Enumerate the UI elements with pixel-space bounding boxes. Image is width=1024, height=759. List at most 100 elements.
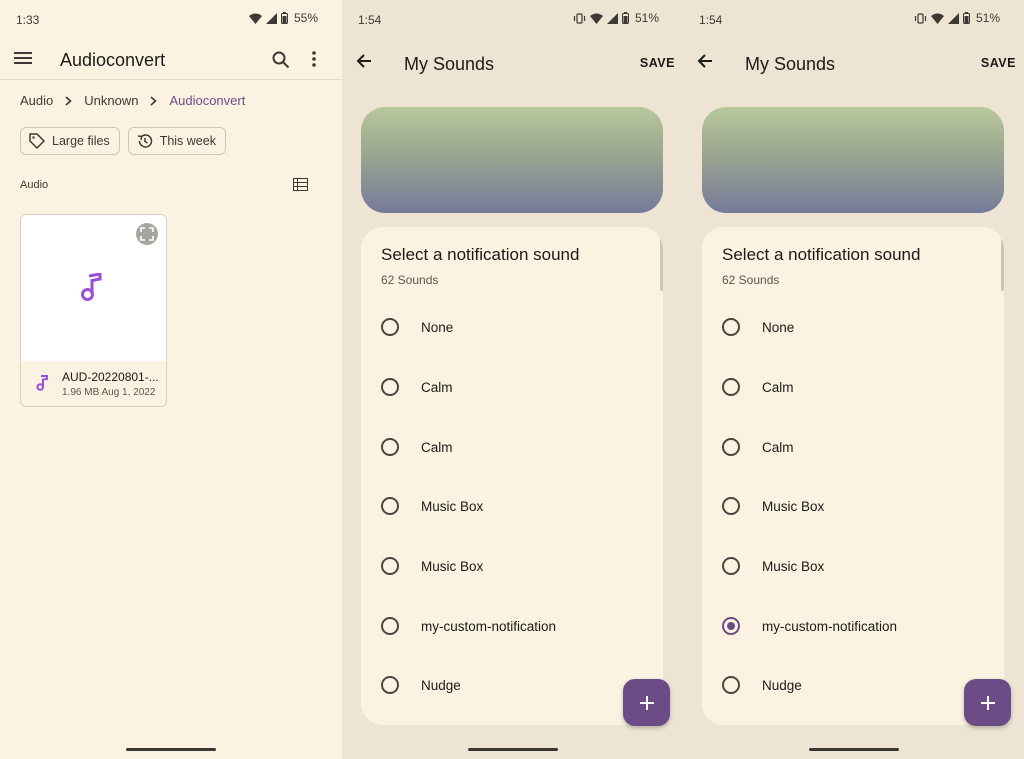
file-card[interactable]: AUD-20220801-... 1.96 MB Aug 1, 2022	[20, 214, 167, 407]
history-icon	[137, 134, 152, 148]
radio-button[interactable]	[722, 497, 740, 515]
sound-label: Nudge	[421, 677, 461, 693]
sound-label: Calm	[762, 439, 794, 455]
sound-count: 62 Sounds	[381, 273, 439, 287]
filter-chips: Large files This week	[20, 127, 226, 155]
radio-button-checked[interactable]	[722, 617, 740, 635]
sound-option[interactable]: Calm	[381, 432, 641, 462]
sound-label: None	[762, 319, 795, 335]
sheet-title: Select a notification sound	[381, 245, 580, 264]
search-icon[interactable]	[272, 51, 290, 69]
chevron-right-icon	[150, 95, 158, 106]
top-app-bar: My Sounds SAVE	[342, 40, 683, 86]
status-time: 1:54	[358, 13, 382, 27]
radio-button[interactable]	[722, 438, 740, 456]
sound-label: Calm	[762, 379, 794, 395]
signal-icon	[947, 12, 959, 24]
header-banner	[361, 107, 663, 213]
sound-option[interactable]: Calm	[722, 372, 982, 402]
sound-option[interactable]: my-custom-notification	[381, 611, 641, 641]
sound-label: Nudge	[762, 677, 802, 693]
more-options-icon[interactable]	[312, 51, 316, 67]
chip-this-week[interactable]: This week	[127, 127, 226, 155]
battery-level: 55%	[293, 11, 318, 25]
radio-button[interactable]	[381, 438, 399, 456]
app-title: Audioconvert	[60, 50, 166, 70]
plus-icon	[980, 695, 995, 710]
top-app-bar: My Sounds SAVE	[683, 40, 1024, 86]
radio-button[interactable]	[381, 557, 399, 575]
scrollbar[interactable]	[660, 239, 663, 291]
sound-option-selected[interactable]: my-custom-notification	[722, 611, 982, 641]
status-bar: 1:54 51%	[342, 0, 683, 40]
radio-button[interactable]	[381, 676, 399, 694]
expand-icon[interactable]	[136, 223, 158, 245]
gesture-nav-handle[interactable]	[126, 748, 216, 751]
screen-title: My Sounds	[745, 54, 836, 74]
radio-button[interactable]	[381, 318, 399, 336]
gesture-nav-handle[interactable]	[467, 748, 558, 751]
radio-button[interactable]	[722, 318, 740, 336]
sound-picker-screen-selected: 1:54 51% My Sounds SAVE Select a notific…	[683, 0, 1024, 759]
radio-button[interactable]	[381, 497, 399, 515]
battery-icon	[280, 12, 288, 24]
breadcrumb-unknown[interactable]: Unknown	[84, 93, 138, 108]
radio-button[interactable]	[722, 378, 740, 396]
chip-large-files[interactable]: Large files	[20, 127, 120, 155]
screen-title: My Sounds	[404, 54, 495, 74]
radio-button[interactable]	[381, 378, 399, 396]
sound-label: Music Box	[762, 498, 825, 514]
radio-button[interactable]	[722, 676, 740, 694]
chip-label: This week	[159, 134, 216, 148]
radio-button[interactable]	[381, 617, 399, 635]
status-icons: 51%	[573, 11, 659, 25]
breadcrumb: Audio Unknown Audioconvert	[20, 93, 257, 108]
gesture-nav-handle[interactable]	[808, 748, 899, 751]
list-view-icon[interactable]	[293, 178, 308, 191]
chip-label: Large files	[52, 134, 110, 148]
sound-option[interactable]: Calm	[381, 372, 641, 402]
add-sound-button[interactable]	[964, 679, 1011, 726]
add-sound-button[interactable]	[623, 679, 670, 726]
status-time: 1:33	[16, 13, 40, 27]
sound-label: my-custom-notification	[421, 618, 557, 634]
sound-option[interactable]: Nudge	[722, 670, 982, 700]
plus-icon	[639, 695, 654, 710]
header-banner	[702, 107, 1004, 213]
back-arrow-icon[interactable]	[356, 53, 372, 69]
sound-option[interactable]: None	[722, 312, 982, 342]
sound-picker-screen: 1:54 51% My Sounds SAVE Select a notific…	[342, 0, 683, 759]
save-button[interactable]: SAVE	[981, 56, 1016, 70]
section-label: Audio	[20, 179, 49, 191]
sheet-title: Select a notification sound	[722, 245, 921, 264]
status-time: 1:54	[699, 13, 723, 27]
wifi-icon	[248, 13, 262, 24]
back-arrow-icon[interactable]	[697, 53, 713, 69]
sound-label: Music Box	[421, 498, 484, 514]
sound-option[interactable]: None	[381, 312, 641, 342]
sound-option[interactable]: Calm	[722, 432, 982, 462]
battery-icon	[621, 12, 629, 24]
wifi-icon	[589, 13, 603, 24]
sound-option[interactable]: Music Box	[722, 491, 982, 521]
save-button[interactable]: SAVE	[640, 56, 675, 70]
status-icons: 55%	[248, 11, 318, 25]
file-size-date: 1.96 MB Aug 1, 2022	[62, 387, 156, 398]
battery-level: 51%	[975, 11, 1000, 25]
battery-icon	[962, 12, 970, 24]
sound-list-sheet: Select a notification sound 62 Sounds No…	[702, 227, 1004, 725]
sound-label: Calm	[421, 379, 453, 395]
status-bar: 1:54 51%	[683, 0, 1024, 40]
scrollbar[interactable]	[1001, 239, 1004, 291]
files-screen: 1:33 55% Audioconvert Audio Unknown Audi…	[0, 0, 342, 759]
menu-icon[interactable]	[14, 51, 32, 65]
sound-option[interactable]: Music Box	[722, 551, 982, 581]
sound-option[interactable]: Music Box	[381, 491, 641, 521]
radio-button[interactable]	[722, 557, 740, 575]
sound-count: 62 Sounds	[722, 273, 780, 287]
sound-option[interactable]: Nudge	[381, 670, 641, 700]
breadcrumb-audio[interactable]: Audio	[20, 93, 53, 108]
breadcrumb-audioconvert[interactable]: Audioconvert	[169, 93, 245, 108]
sound-option[interactable]: Music Box	[381, 551, 641, 581]
wifi-icon	[930, 13, 944, 24]
